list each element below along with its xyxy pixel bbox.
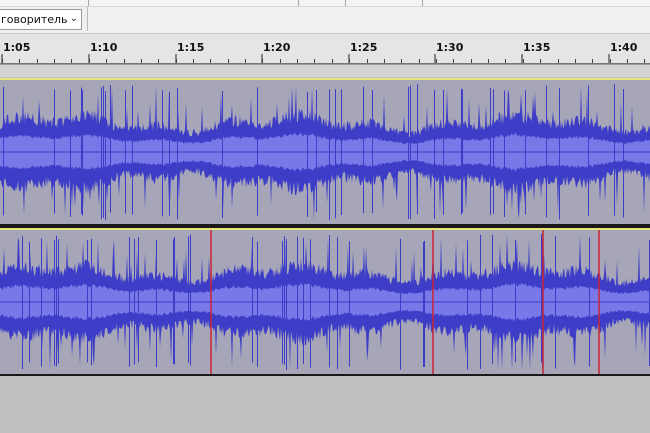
track-top-gap bbox=[0, 65, 650, 77]
playback-device-select[interactable]: говоритель ⌄ bbox=[0, 9, 82, 30]
timeline-ruler[interactable]: 1:05 1:10 1:15 1:20 1:25 1:30 1:35 1:40 bbox=[0, 34, 650, 65]
ruler-tick-label: 1:40 bbox=[610, 41, 638, 54]
chevron-down-icon: ⌄ bbox=[69, 13, 78, 24]
empty-track-area[interactable] bbox=[0, 376, 650, 433]
ruler-tick-label: 1:10 bbox=[90, 41, 118, 54]
ruler-tick-label: 1:05 bbox=[3, 41, 30, 54]
device-toolbar: говоритель ⌄ bbox=[0, 0, 650, 34]
audio-editor-window: говоритель ⌄ 1:05 1:10 1:15 1:20 1:25 1:30 1:3… bbox=[0, 0, 650, 433]
waveform-track-left[interactable] bbox=[0, 78, 650, 226]
ruler-tick-label: 1:30 bbox=[436, 41, 464, 54]
waveform-track-right[interactable] bbox=[0, 228, 650, 376]
ruler-tick-label: 1:35 bbox=[523, 41, 550, 54]
waveform-right-graphic bbox=[0, 228, 650, 376]
ruler-tick-label: 1:15 bbox=[177, 41, 204, 54]
ruler-tick-label: 1:25 bbox=[350, 41, 377, 54]
ruler-tick-label: 1:20 bbox=[263, 41, 291, 54]
playback-device-value: говоритель bbox=[1, 13, 67, 26]
toolbar-divider bbox=[87, 7, 88, 31]
top-toolbar-strip bbox=[0, 0, 650, 7]
ruler-graphic: 1:05 1:10 1:15 1:20 1:25 1:30 1:35 1:40 bbox=[0, 41, 650, 64]
waveform-left-graphic bbox=[0, 78, 650, 226]
